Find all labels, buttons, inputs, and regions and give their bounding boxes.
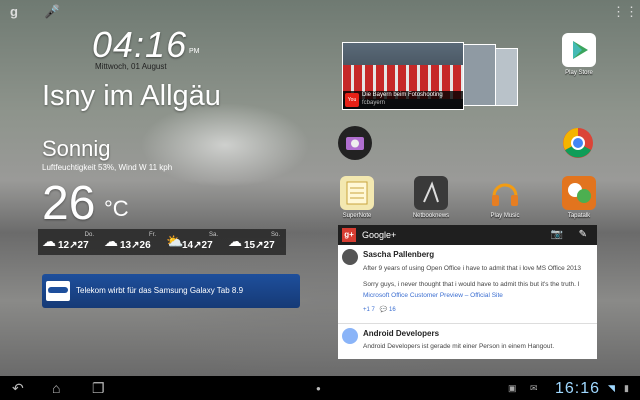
supernote-icon [340,176,374,210]
post-link[interactable]: Microsoft Office Customer Preview – Offi… [363,292,503,299]
forecast-day: ☁ Do. 12↗27 [38,229,100,255]
video-caption: You Tube Die Bayern beim Fotoshooting fc… [343,91,463,109]
youtube-widget[interactable]: You Tube Die Bayern beim Fotoshooting fc… [342,40,518,110]
google-search-icon[interactable]: g [10,4,18,19]
forecast-day: ☁ Fr. 13↗26 [100,229,162,255]
weather-forecast[interactable]: ☁ Do. 12↗27 ☁ Fr. 13↗26 ⛅ Sa. 14↗27 ☁ So… [38,229,286,255]
voice-search-icon[interactable]: 🎤 [44,4,60,20]
chrome-icon [561,126,595,160]
forecast-day-label: So. [270,232,280,238]
forecast-day-label: Do. [84,232,94,238]
back-icon[interactable]: ↶ [12,380,24,397]
mail-notification-icon[interactable]: ✉ [530,383,538,394]
forecast-day-label: Sa. [208,232,218,238]
camera-icon [338,126,372,160]
app-play-music[interactable]: Play Music [475,176,535,219]
app-label: SuperNote [342,213,372,219]
comment-count: 16 [389,307,396,313]
forecast-range: 12↗27 [58,240,89,251]
forecast-range: 14↗27 [182,240,213,251]
headphones-icon [488,176,522,210]
post-text: Android Developers ist gerade mit einer … [363,343,555,350]
forecast-day: ☁ So. 15↗27 [224,229,286,255]
forecast-range: 15↗27 [244,240,275,251]
post-text: After 9 years of using Open Office i hav… [363,265,581,272]
weather-temperature: 26 [42,177,96,230]
post-author: Sascha Pallenberg [363,250,435,259]
home-icon[interactable]: ⌂ [52,380,60,396]
news-widget[interactable]: SAMSUNG Telekom wirbt für das Samsung Ga… [42,274,300,308]
youtube-video-thumbnail[interactable]: You Tube Die Bayern beim Fotoshooting fc… [342,42,464,110]
samsung-badge-text: SAMSUNG [48,290,64,294]
page-indicator-icon: ● [316,384,321,393]
post-author: Android Developers [363,329,440,338]
gplus-title: Google+ [362,230,397,240]
gplus-header: g+ Google+ 📷 ✎ [338,225,597,245]
forecast-day: ⛅ Sa. 14↗27 [162,229,224,255]
gplus-post[interactable]: Android Developers Android Developers is… [338,324,597,359]
weather-condition: Sonnig [42,136,111,161]
system-navigation-bar: ↶ ⌂ ❐ ● ▣ ✉ 16:16 ◥ ▮ [0,376,640,400]
recent-apps-icon[interactable]: ❐ [92,380,105,397]
youtube-logo-icon: You Tube [345,93,359,107]
clock-time[interactable]: 04:16 [92,24,187,66]
weather-unit: °C [104,196,129,221]
camera-icon[interactable]: 📷 [551,229,563,240]
news-headline: Telekom wirbt für das Samsung Galaxy Tab… [76,286,244,295]
status-time[interactable]: 16:16 [555,380,600,398]
app-label: Tapatalk [567,213,591,219]
app-label: Play Store [565,70,593,76]
battery-icon: ▮ [624,383,629,393]
gallery-notification-icon[interactable]: ▣ [508,383,517,394]
gplus-post[interactable]: Sascha Pallenberg After 9 years of using… [338,245,597,324]
post-text: Sorry guys, i never thought that i would… [363,281,580,288]
app-label: Netbooknews [412,213,450,219]
clock-ampm: PM [189,48,200,55]
app-chrome[interactable] [548,126,608,160]
comment-icon: 💬 [379,307,388,313]
netbooknews-icon [414,176,448,210]
app-camera[interactable] [325,126,385,160]
clock-date: Mittwoch, 01 August [95,62,167,71]
tapatalk-icon [562,176,596,210]
video-channel: fcbayern [362,100,386,106]
avatar [342,328,358,344]
app-play-store[interactable]: Play Store [549,33,609,76]
forecast-day-label: Fr. [149,232,156,238]
partly-cloudy-icon: ⛅ [166,233,184,249]
google-plus-logo-icon: g+ [342,228,356,242]
all-apps-icon[interactable]: ⋮⋮⋮ [612,4,640,20]
cloud-rain-icon: ☁ [104,233,118,249]
app-supernote[interactable]: SuperNote [327,176,387,219]
cloud-icon: ☁ [228,233,242,249]
compose-icon[interactable]: ✎ [579,229,587,240]
weather-details: Luftfeuchtigkeit 53%, Wind W 11 kph [42,163,173,172]
plus-one-icon: +1 [363,307,370,313]
plus-count: 7 [371,307,375,313]
post-meta: +1 7 💬 16 [363,306,396,313]
play-store-icon [562,33,596,67]
weather-city[interactable]: Isny im Allgäu [42,80,221,113]
app-tapatalk[interactable]: Tapatalk [549,176,609,219]
app-netbooknews[interactable]: Netbooknews [401,176,461,219]
cloud-rain-icon: ☁ [42,233,56,249]
wifi-icon: ◥ [608,383,615,393]
avatar [342,249,358,265]
video-title: Die Bayern beim Fotoshooting [362,92,443,98]
app-label: Play Music [490,213,520,219]
google-plus-widget[interactable]: g+ Google+ 📷 ✎ Sascha Pallenberg After 9… [338,225,597,359]
forecast-range: 13↗26 [120,240,151,251]
